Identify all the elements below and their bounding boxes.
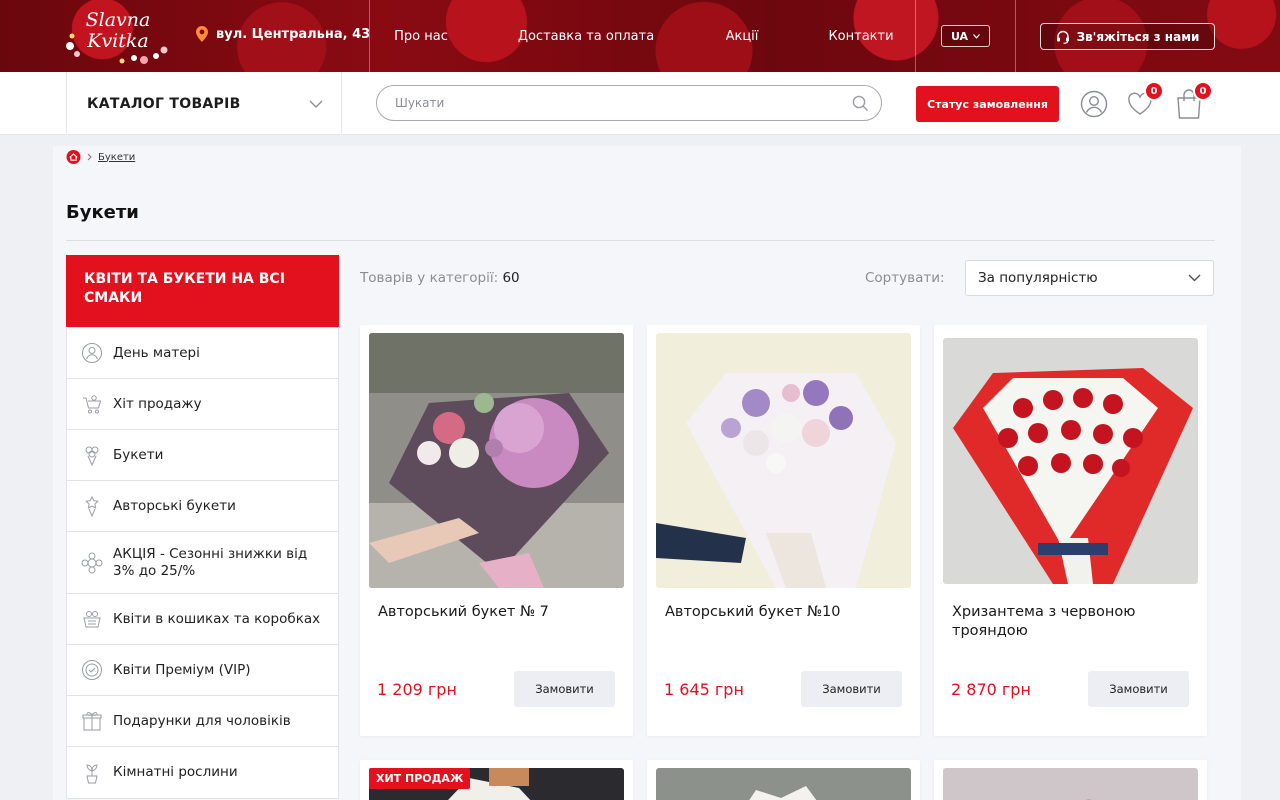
bestseller-badge: ХИТ ПРОДАЖ — [369, 768, 471, 789]
sidebar-item-label: Хіт продажу — [113, 395, 202, 412]
premium-icon — [82, 660, 102, 680]
bouquet-photo-icon — [369, 333, 624, 588]
search-box — [376, 85, 882, 121]
basket-icon — [83, 611, 101, 628]
sidebar-item-label: Квіти в кошиках та коробках — [113, 610, 321, 627]
location-pin-icon — [196, 26, 208, 42]
sidebar-item-gifts-for-men[interactable]: Подарунки для чоловіків — [67, 696, 338, 747]
order-status-button[interactable]: Статус замовлення — [916, 86, 1059, 122]
page-title: Букети — [66, 202, 139, 223]
bouquet-photo-icon — [656, 768, 911, 800]
bouquet-photo-icon — [943, 338, 1198, 584]
gift-icon — [82, 712, 102, 731]
sidebar-item-bouquets[interactable]: Букети — [67, 430, 338, 481]
catalog-dropdown[interactable]: КАТАЛОГ ТОВАРІВ — [66, 72, 342, 135]
product-price: 1 645 грн — [664, 680, 744, 699]
nav-divider — [915, 0, 916, 72]
product-card[interactable]: Авторський букет №10 1 645 грн Замовити — [647, 325, 920, 736]
chevron-down-icon — [973, 33, 980, 39]
sidebar-item-label: Подарунки для чоловіків — [113, 712, 291, 729]
title-divider — [66, 240, 1215, 241]
product-count: Товарів у категорії: 60 — [360, 270, 520, 286]
product-image[interactable] — [369, 333, 624, 588]
bouquet-photo-icon — [656, 333, 911, 588]
sidebar-item-label: Квіти Преміум (VIP) — [113, 661, 251, 678]
sidebar-item-label: Букети — [113, 446, 164, 463]
sidebar-item-label: АКЦІЯ - Сезонні знижки від 3% до 25/% — [113, 545, 308, 579]
product-image[interactable] — [656, 333, 911, 588]
breadcrumb-current[interactable]: Букети — [98, 152, 135, 163]
product-card[interactable]: Авторський букет № 7 1 209 грн Замовити — [360, 325, 633, 736]
sidebar-item-bestsellers[interactable]: Хіт продажу — [67, 379, 338, 430]
product-image[interactable] — [943, 768, 1198, 800]
nav-divider — [1015, 0, 1016, 72]
language-value: UA — [950, 29, 969, 43]
order-button[interactable]: Замовити — [801, 671, 902, 707]
nav-contacts[interactable]: Контакти — [820, 0, 902, 72]
chevron-down-icon — [1188, 274, 1201, 282]
chevron-down-icon — [309, 100, 323, 108]
headset-icon — [1056, 30, 1069, 44]
cart-count-badge: 0 — [1193, 81, 1213, 101]
sidebar-item-houseplants[interactable]: Кімнатні рослини — [67, 747, 338, 798]
catalog-label: КАТАЛОГ ТОВАРІВ — [87, 95, 241, 112]
top-header: Slavna Kvitka вул. Центральна, 43 Про на… — [0, 0, 1280, 72]
sort-select[interactable]: За популярністю — [965, 260, 1214, 296]
product-price: 1 209 грн — [377, 680, 457, 699]
product-count-value: 60 — [502, 270, 520, 286]
nav-delivery[interactable]: Доставка та оплата — [500, 0, 672, 72]
sidebar-item-mothers-day[interactable]: День матері — [67, 328, 338, 379]
order-button[interactable]: Замовити — [1088, 671, 1189, 707]
sub-header: КАТАЛОГ ТОВАРІВ Статус замовлення 0 0 — [0, 72, 1280, 135]
product-name[interactable]: Авторський букет №10 — [665, 603, 905, 622]
logo-text: Slavna Kvitka — [85, 9, 151, 52]
plant-icon — [86, 763, 98, 783]
wishlist-count-badge: 0 — [1144, 81, 1164, 101]
product-name[interactable]: Хризантема з червоною трояндою — [952, 603, 1192, 641]
author-bouquet-icon — [85, 495, 99, 517]
product-card[interactable]: Хризантема з червоною трояндою 2 870 грн… — [934, 325, 1207, 736]
bouquet-photo-icon — [943, 768, 1198, 800]
mother-day-icon — [82, 343, 102, 363]
sort-label: Сортувати: — [865, 270, 945, 286]
sort-value: За популярністю — [978, 270, 1098, 286]
cart-flower-icon — [83, 395, 102, 414]
address-text: вул. Центральна, 43 — [216, 26, 371, 42]
search-input[interactable] — [395, 96, 852, 110]
breadcrumb: Букети — [66, 150, 135, 164]
user-icon — [1080, 90, 1108, 118]
sidebar-item-label: Кімнатні рослини — [113, 764, 238, 780]
product-image[interactable] — [656, 768, 911, 800]
sidebar-item-seasonal-discounts[interactable]: АКЦІЯ - Сезонні знижки від 3% до 25/% — [67, 532, 338, 594]
sidebar-category-list: День матері Хіт продажу Букети Авторські… — [66, 327, 339, 799]
nav-about[interactable]: Про нас — [370, 0, 472, 72]
sidebar-item-label: День матері — [113, 344, 200, 361]
bouquet-icon — [85, 446, 99, 466]
chevron-right-icon — [87, 153, 92, 161]
logo[interactable]: Slavna Kvitka — [64, 6, 172, 66]
sidebar-item-label: Авторські букети — [113, 497, 236, 514]
account-button[interactable] — [1079, 89, 1109, 119]
language-select[interactable]: UA — [941, 25, 990, 47]
home-icon[interactable] — [66, 150, 81, 164]
sidebar-item-author-bouquets[interactable]: Авторські букети — [67, 481, 338, 532]
product-count-label: Товарів у категорії: — [360, 270, 499, 286]
order-button[interactable]: Замовити — [514, 671, 615, 707]
product-card[interactable]: ХИТ ПРОДАЖ — [360, 760, 633, 800]
contact-us-button[interactable]: Зв'яжіться з нами — [1040, 23, 1215, 50]
sidebar-item-baskets-boxes[interactable]: Квіти в кошиках та коробках — [67, 594, 338, 645]
product-card[interactable] — [647, 760, 920, 800]
discount-flower-icon — [81, 552, 103, 573]
product-card[interactable] — [934, 760, 1207, 800]
address[interactable]: вул. Центральна, 43 — [196, 26, 370, 42]
product-price: 2 870 грн — [951, 680, 1031, 699]
sidebar-item-premium-vip[interactable]: Квіти Преміум (VIP) — [67, 645, 338, 696]
nav-promotions[interactable]: Акції — [712, 0, 772, 72]
search-icon[interactable] — [852, 95, 869, 112]
product-name[interactable]: Авторський букет № 7 — [378, 603, 618, 622]
sidebar-heading[interactable]: КВІТИ ТА БУКЕТИ НА ВСІ СМАКИ — [66, 255, 339, 327]
product-image[interactable] — [943, 338, 1198, 584]
contact-us-label: Зв'яжіться з нами — [1076, 29, 1200, 44]
